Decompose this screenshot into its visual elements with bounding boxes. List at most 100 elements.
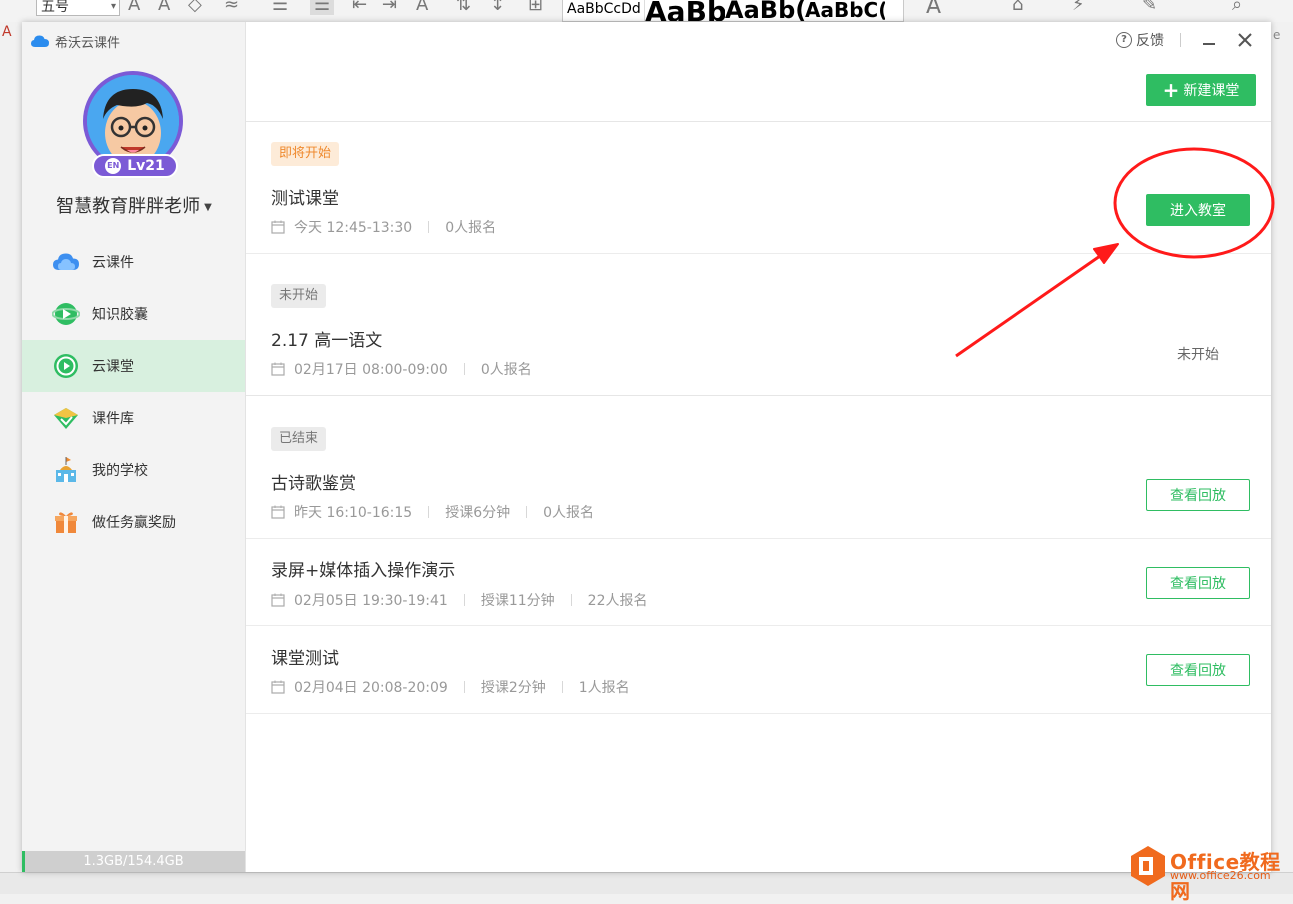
bullet-list-icon[interactable]: ☰	[272, 0, 288, 15]
divider	[570, 594, 572, 606]
window-controls: ? 反馈	[1116, 30, 1255, 50]
style-gallery[interactable]: AaBbCcDd AaBbAaBb(AaBbC(	[562, 0, 904, 22]
class-duration: 授课11分钟	[480, 593, 555, 609]
new-class-label: 新建课堂	[1183, 83, 1240, 99]
view-replay-button[interactable]: 查看回放	[1146, 654, 1250, 686]
sidebar: 希沃云课件 EN Lv21 智慧教育胖胖老师 ▼ 云课件 知识胶囊 云课堂 课件…	[22, 22, 246, 872]
cloud-icon	[52, 248, 80, 276]
sort-icon[interactable]: ⇅	[456, 0, 471, 15]
divider	[1180, 33, 1181, 47]
caret-down-icon: ▼	[204, 201, 212, 213]
class-time: 昨天 16:10-16:15	[294, 505, 413, 521]
divider	[463, 363, 465, 375]
calendar-icon	[271, 220, 285, 234]
style-sample[interactable]: AaBbCcDd	[563, 0, 645, 21]
background-right-strip: e	[1271, 22, 1293, 893]
phonetic-icon[interactable]: ≈	[224, 0, 239, 15]
class-signups: 22人报名	[587, 593, 648, 609]
class-title: 古诗歌鉴赏	[271, 474, 356, 494]
background-glyph: e	[1273, 28, 1281, 42]
style-sample[interactable]: AaBb	[645, 0, 725, 21]
calendar-icon	[271, 680, 285, 694]
view-replay-button[interactable]: 查看回放	[1146, 479, 1250, 511]
sidebar-item-courseware-library[interactable]: 课件库	[22, 392, 245, 444]
line-spacing-icon[interactable]: ↕	[490, 0, 505, 15]
class-meta: 02月05日 19:30-19:41 授课11分钟 22人报名	[271, 590, 647, 610]
feedback-button[interactable]: ? 反馈	[1116, 30, 1164, 50]
sidebar-item-label: 我的学校	[92, 463, 148, 479]
divider	[526, 506, 528, 518]
school-icon	[52, 456, 80, 484]
watermark-url: www.office26.com	[1170, 869, 1271, 882]
font-size-select[interactable]: 五号	[36, 0, 120, 17]
gift-icon	[52, 508, 80, 536]
courseware-library-icon	[52, 404, 80, 432]
text-tools-icon[interactable]: A	[926, 0, 941, 19]
calendar-icon	[271, 505, 285, 519]
class-time: 02月17日 08:00-09:00	[294, 362, 448, 378]
class-signups: 1人报名	[578, 680, 630, 696]
sidebar-item-cloud-courseware[interactable]: 云课件	[22, 236, 245, 288]
sidebar-nav: 云课件 知识胶囊 云课堂 课件库 我的学校 做任务赢奖励	[22, 236, 245, 548]
status-tag-upcoming: 即将开始	[271, 142, 340, 166]
question-icon: ?	[1116, 32, 1132, 48]
row-divider	[246, 625, 1271, 626]
minimize-button[interactable]	[1199, 30, 1219, 50]
header-divider	[246, 121, 1271, 122]
app-title: 希沃云课件	[30, 31, 120, 51]
calendar-icon	[271, 362, 285, 376]
sidebar-item-label: 云课件	[92, 255, 134, 271]
divider	[463, 594, 465, 606]
grow-font-icon[interactable]: A	[128, 0, 140, 15]
class-title: 录屏+媒体插入操作演示	[271, 561, 456, 581]
app-window: 希沃云课件 EN Lv21 智慧教育胖胖老师 ▼ 云课件 知识胶囊 云课堂 课件…	[22, 22, 1271, 872]
class-signups: 0人报名	[445, 220, 497, 236]
font-color-icon: A	[2, 24, 12, 40]
sidebar-item-label: 课件库	[92, 411, 134, 427]
sidebar-item-my-school[interactable]: 我的学校	[22, 444, 245, 496]
sidebar-item-cloud-classroom[interactable]: 云课堂	[22, 340, 245, 392]
level-badge: EN Lv21	[92, 154, 178, 178]
app-title-text: 希沃云课件	[55, 35, 121, 51]
divider	[463, 681, 465, 693]
class-time: 02月04日 20:08-20:09	[294, 680, 448, 696]
shrink-font-icon[interactable]: A	[158, 0, 170, 15]
lightning-icon[interactable]: ⚡	[1072, 0, 1085, 15]
new-class-button[interactable]: + 新建课堂	[1146, 74, 1256, 106]
style-sample[interactable]: AaBbC(	[805, 0, 885, 21]
feedback-label: 反馈	[1136, 33, 1164, 49]
level-badge-icon: EN	[105, 158, 122, 174]
minimize-icon	[1203, 43, 1215, 45]
clear-format-icon[interactable]: ◇	[188, 0, 202, 15]
document-tools-icon[interactable]: ⌂	[1012, 0, 1023, 15]
background-left-strip: A	[0, 22, 22, 893]
sidebar-item-tasks-rewards[interactable]: 做任务赢奖励	[22, 496, 245, 548]
username: 智慧教育胖胖老师	[56, 196, 201, 217]
close-button[interactable]	[1235, 30, 1255, 50]
numbered-list-icon[interactable]: ☰	[310, 0, 335, 15]
decrease-indent-icon[interactable]: ⇤	[352, 0, 367, 15]
style-sample[interactable]: AaBb(	[725, 0, 805, 21]
sidebar-item-knowledge-capsule[interactable]: 知识胶囊	[22, 288, 245, 340]
close-icon	[1238, 33, 1252, 47]
increase-indent-icon[interactable]: ⇥	[382, 0, 397, 15]
class-title: 测试课堂	[271, 189, 339, 209]
background-toolbar: 五号 A A ◇ ≈ ☰ ☰ ⇤ ⇥ A ⇅ ↕ ⊞ AaBbCcDdAaBbA…	[0, 0, 1293, 23]
divider	[428, 221, 430, 233]
status-tag-not-started: 未开始	[271, 284, 327, 308]
user-menu[interactable]: 智慧教育胖胖老师 ▼	[22, 192, 246, 218]
text-direction-icon[interactable]: A	[416, 0, 428, 15]
class-meta: 今天 12:45-13:30 0人报名	[271, 217, 496, 237]
calendar-icon	[271, 593, 285, 607]
wrench-icon[interactable]: ✎	[1142, 0, 1157, 15]
view-replay-button[interactable]: 查看回放	[1146, 567, 1250, 599]
find-icon[interactable]: ⌕	[1232, 0, 1242, 15]
class-duration: 授课2分钟	[480, 680, 546, 696]
class-title: 2.17 高一语文	[271, 331, 383, 351]
border-icon[interactable]: ⊞	[528, 0, 543, 15]
class-status-text: 未开始	[1177, 347, 1219, 363]
enter-classroom-button[interactable]: 进入教室	[1146, 194, 1250, 226]
class-time: 02月05日 19:30-19:41	[294, 593, 448, 609]
class-signups: 0人报名	[543, 505, 595, 521]
main-content: ? 反馈 + 新建课堂 即将开始 测试课堂 今天 12:45-13:30 0人报…	[246, 22, 1271, 872]
